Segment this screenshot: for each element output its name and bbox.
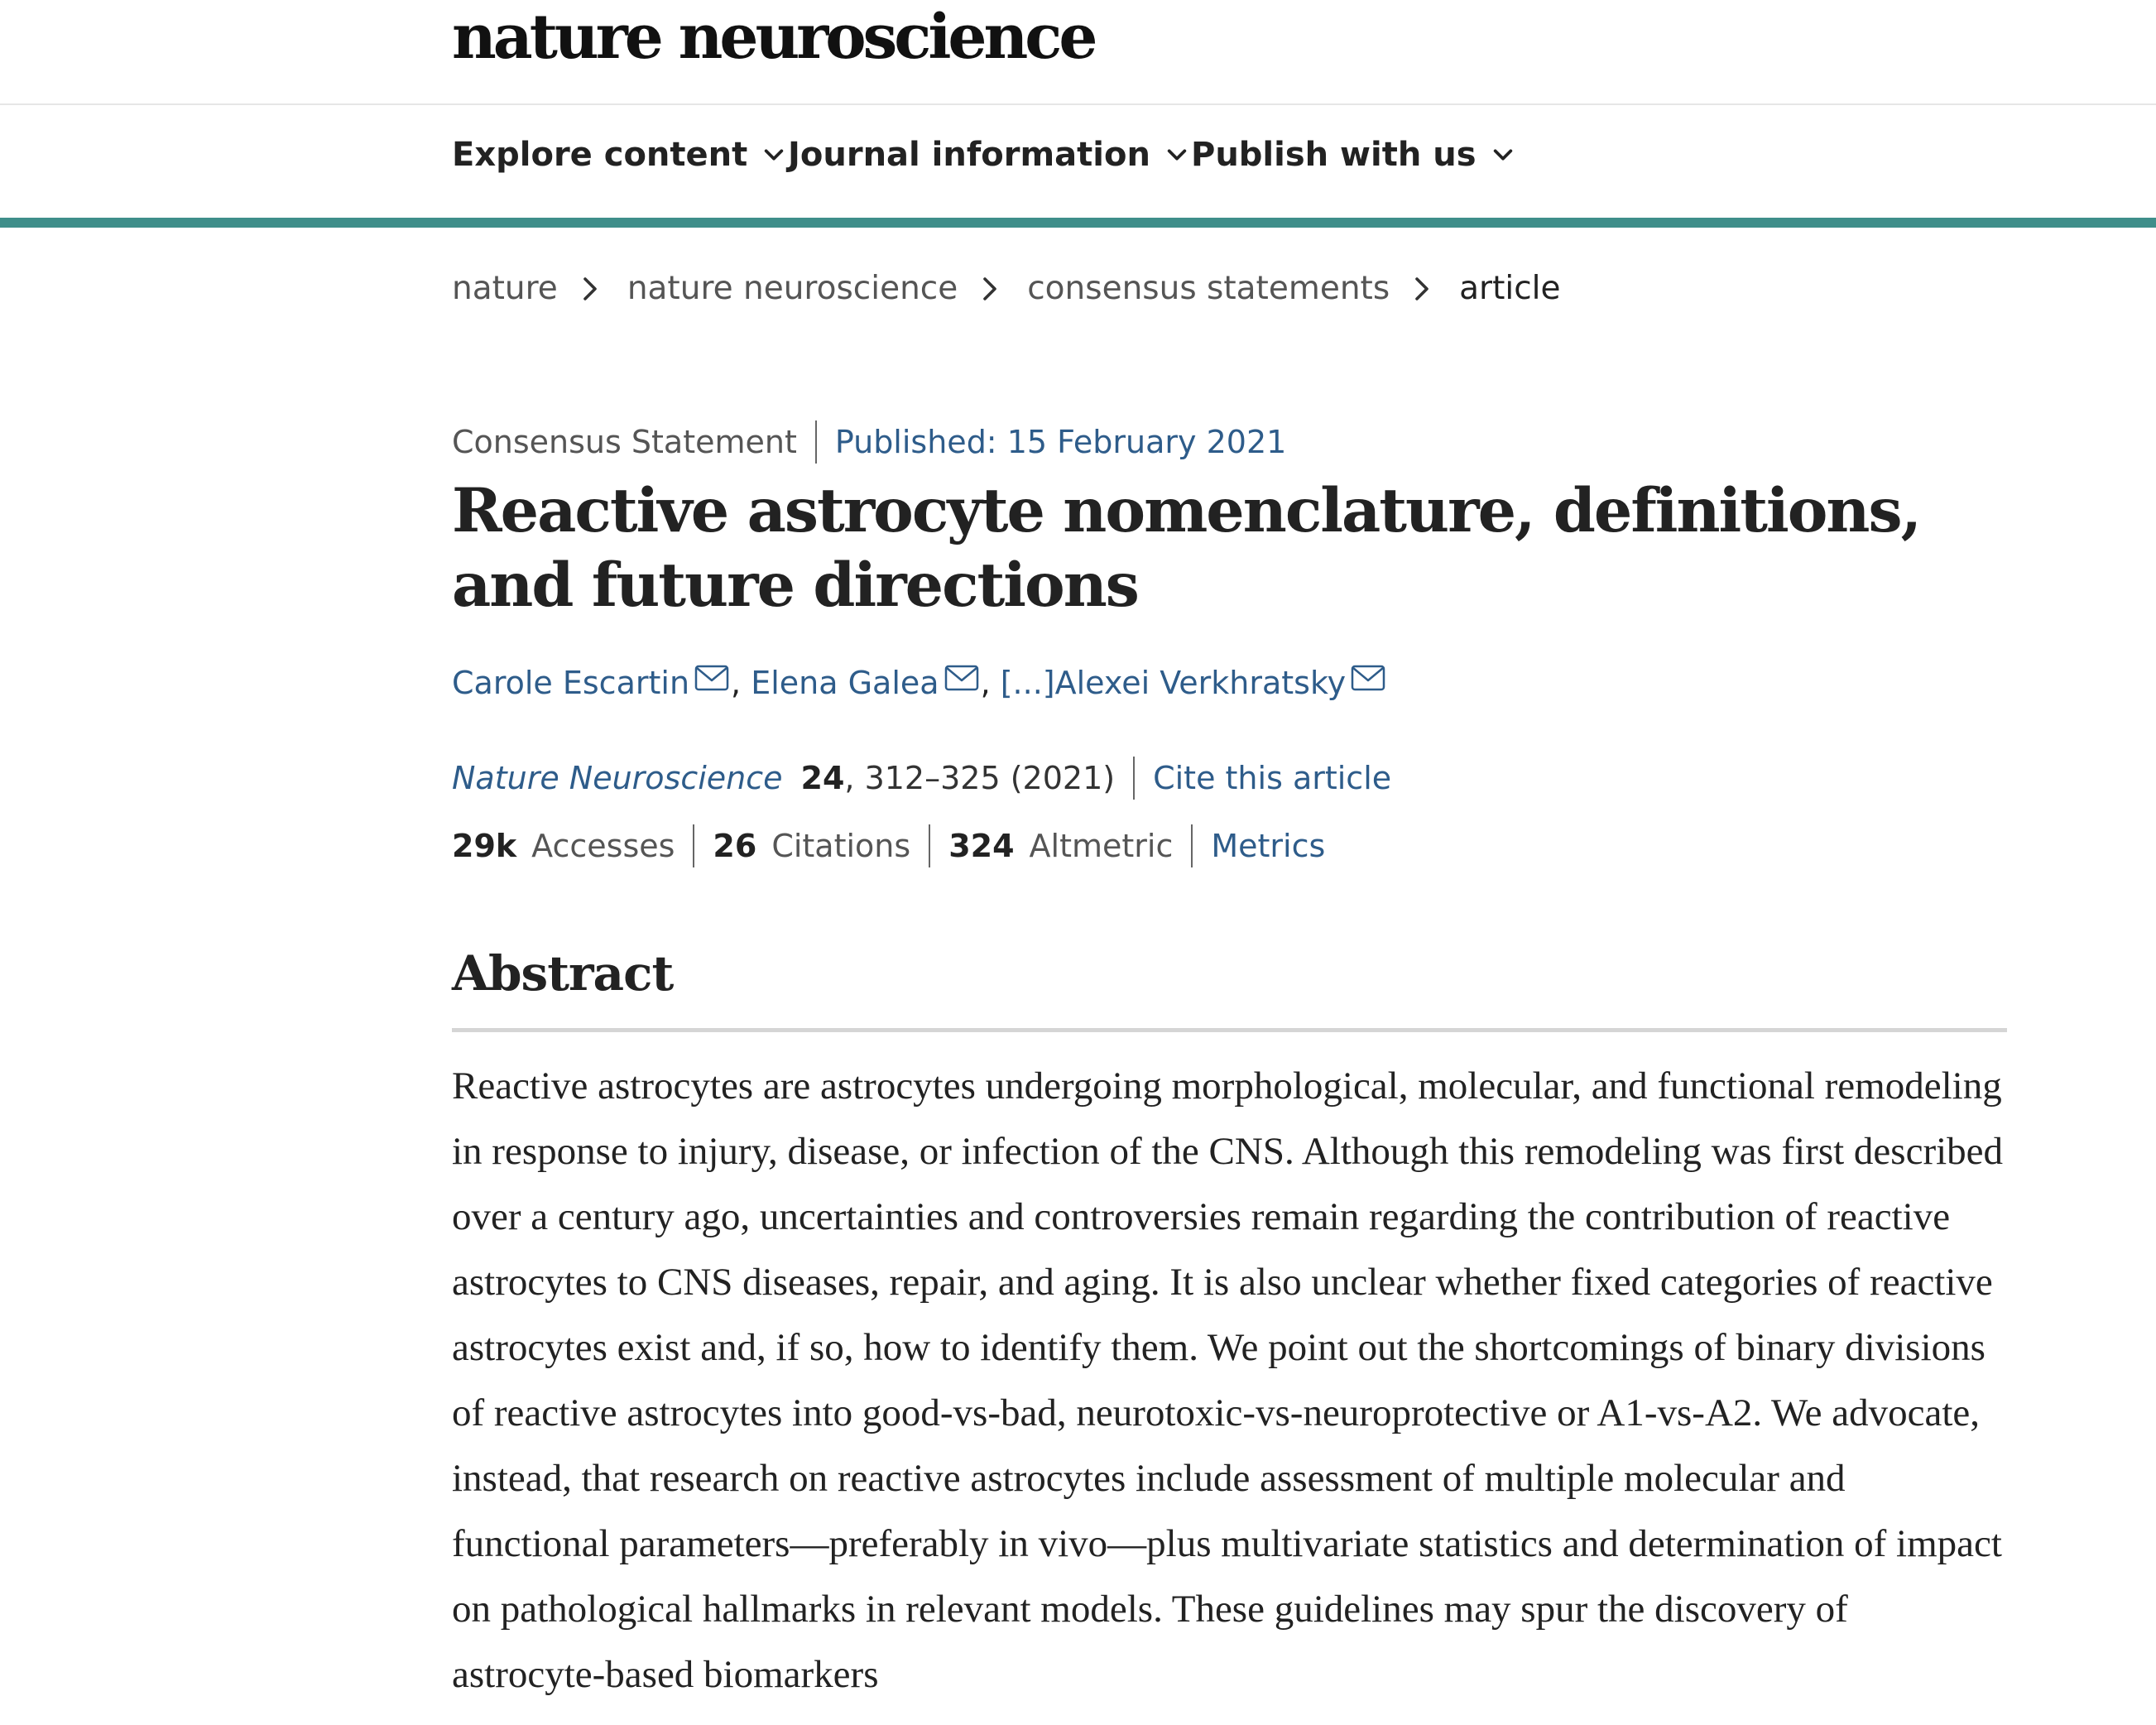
article-type: Consensus Statement <box>452 424 797 460</box>
breadcrumb-article: article <box>1459 270 1561 307</box>
author-separator: , <box>731 665 751 701</box>
published-date: Published: 15 February 2021 <box>834 424 1287 460</box>
nav-explore-content-label: Explore content <box>452 136 748 174</box>
accesses-count: 29k <box>452 828 517 864</box>
nav-explore-content[interactable]: Explore content <box>452 136 785 174</box>
chevron-down-icon <box>765 149 784 161</box>
chevron-right-icon <box>983 276 997 300</box>
nav-journal-information[interactable]: Journal information <box>788 136 1188 174</box>
chevron-right-icon <box>1415 276 1429 300</box>
author-link[interactable]: Carole Escartin <box>452 665 689 701</box>
nav-journal-information-label: Journal information <box>788 136 1150 174</box>
breadcrumb: nature nature neuroscience consensus sta… <box>452 270 1561 307</box>
main-nav: Explore content Journal information Publ… <box>0 105 2156 218</box>
divider <box>1133 757 1136 800</box>
abstract-heading: Abstract <box>452 945 674 1002</box>
divider <box>814 420 817 464</box>
mail-icon[interactable] <box>1351 665 1385 691</box>
author-link[interactable]: Elena Galea <box>751 665 939 701</box>
author-separator: , <box>980 665 1001 701</box>
nav-publish-with-us-label: Publish with us <box>1191 136 1477 174</box>
chevron-down-icon <box>1493 149 1512 161</box>
citation-line: Nature Neuroscience 24 , 312–325 (2021) … <box>452 757 1391 800</box>
abstract-text: Reactive astrocytes are astrocytes under… <box>452 1064 2004 1696</box>
author-list: Carole Escartin , Elena Galea , [...]Ale… <box>452 665 1387 701</box>
volume-number: 24 <box>800 760 845 796</box>
nav-publish-with-us[interactable]: Publish with us <box>1191 136 1515 174</box>
breadcrumb-nature[interactable]: nature <box>452 270 558 307</box>
breadcrumb-consensus-statements[interactable]: consensus statements <box>1027 270 1390 307</box>
pages-year: , 312–325 (2021) <box>844 760 1116 796</box>
site-header: nature neuroscience <box>0 0 2156 105</box>
altmetric-count: 324 <box>948 828 1015 864</box>
article-meta: Consensus Statement Published: 15 Februa… <box>452 420 1286 464</box>
nav-accent-rule <box>0 218 2156 228</box>
metrics-link[interactable]: Metrics <box>1211 828 1325 864</box>
journal-logo[interactable]: nature neuroscience <box>452 2 1097 73</box>
divider <box>929 824 931 867</box>
mail-icon[interactable] <box>694 665 729 691</box>
journal-name[interactable]: Nature Neuroscience <box>452 760 783 796</box>
author-link[interactable]: [...]Alexei Verkhratsky <box>1001 665 1346 701</box>
cite-this-article-link[interactable]: Cite this article <box>1153 760 1391 796</box>
citations-count: 26 <box>713 828 757 864</box>
citations-label: Citations <box>771 828 911 864</box>
accesses-label: Accesses <box>531 828 675 864</box>
article-title: Reactive astrocyte nomenclature, definit… <box>452 475 1922 621</box>
article-metrics: 29k Accesses 26 Citations 324 Altmetric … <box>452 824 1325 867</box>
altmetric-label: Altmetric <box>1029 828 1174 864</box>
breadcrumb-nature-neuroscience[interactable]: nature neuroscience <box>627 270 958 307</box>
chevron-down-icon <box>1167 149 1187 161</box>
divider <box>693 824 695 867</box>
chevron-right-icon <box>583 276 597 300</box>
divider <box>1191 824 1193 867</box>
abstract-divider <box>452 1028 2007 1032</box>
mail-icon[interactable] <box>944 665 979 691</box>
